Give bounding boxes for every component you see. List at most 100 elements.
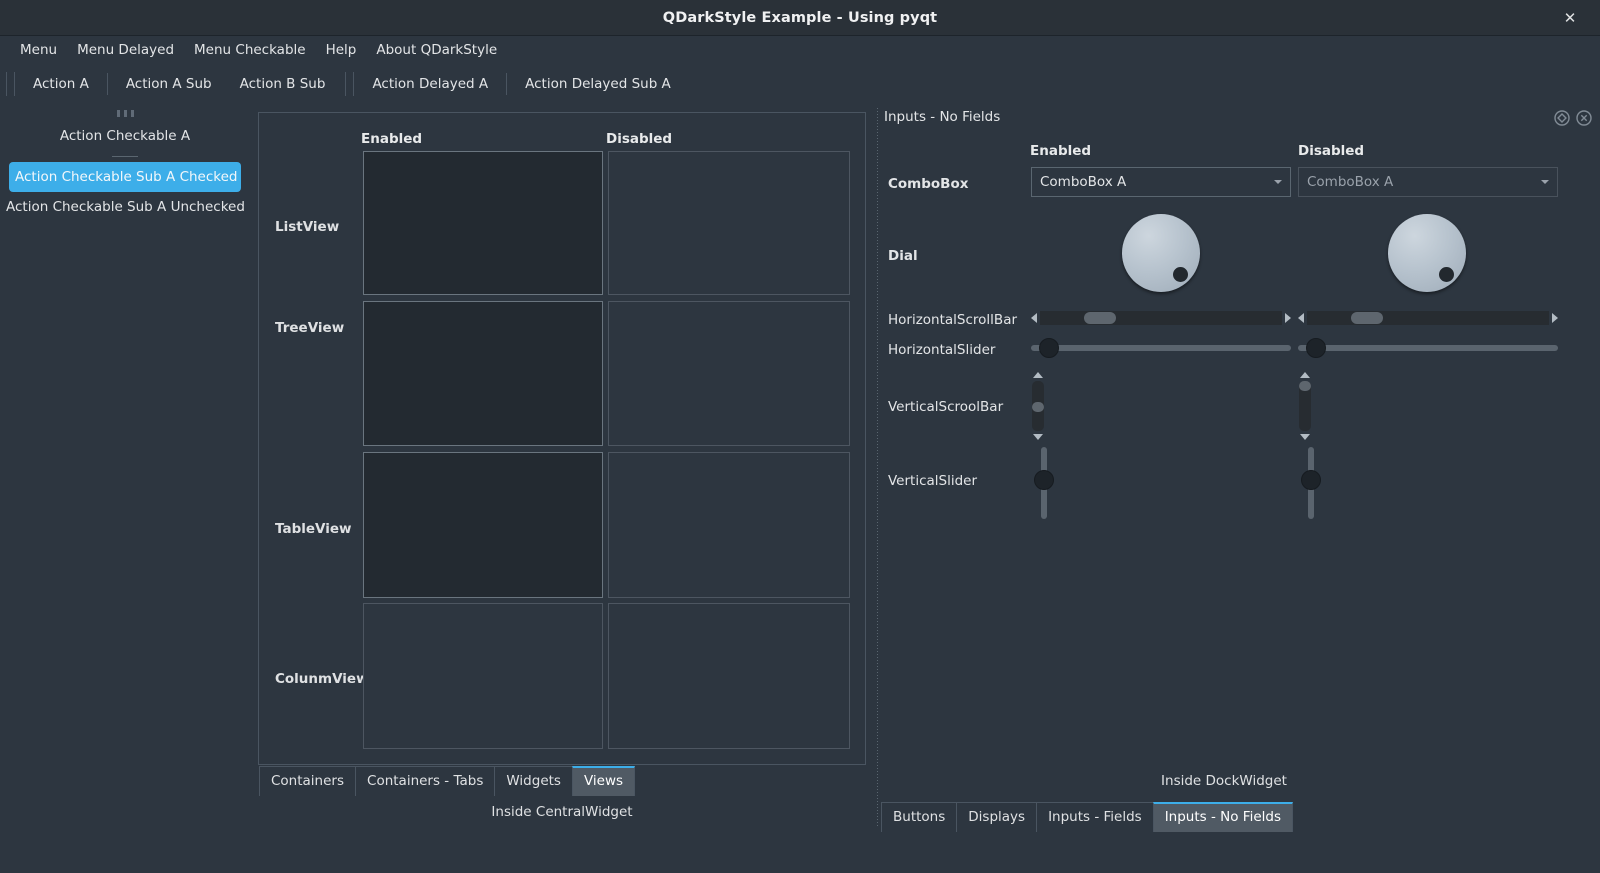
horizontalscrollbar-enabled[interactable] — [1031, 311, 1291, 325]
horizontalscrollbar-disabled-handle — [1351, 312, 1383, 324]
menu-item-help[interactable]: Help — [316, 38, 367, 62]
listview-disabled — [608, 151, 850, 295]
toolbar-button-action-b-sub[interactable]: Action B Sub — [226, 70, 340, 98]
toolbar-button-action-checkable-a[interactable]: Action Checkable A — [0, 121, 250, 151]
dock-row-label-dial: Dial — [888, 248, 918, 264]
treeview-disabled — [608, 301, 850, 446]
horizontalslider-disabled-handle — [1306, 338, 1326, 358]
views-column-header-enabled: Enabled — [361, 131, 423, 147]
dock-row-label-combobox: ComboBox — [888, 176, 969, 192]
tab-buttons[interactable]: Buttons — [881, 802, 958, 832]
views-row-label-treeview: TreeView — [275, 320, 345, 336]
chevron-down-icon — [1274, 180, 1282, 184]
dock-tabbar: Buttons Displays Inputs - Fields Inputs … — [881, 802, 1293, 832]
tab-widgets[interactable]: Widgets — [494, 766, 573, 796]
horizontalslider-disabled — [1298, 338, 1558, 358]
toolbar-button-action-checkable-sub-a-unchecked[interactable]: Action Checkable Sub A Unchecked — [0, 192, 250, 222]
toolbar-left-separator — [112, 156, 138, 157]
scroll-right-arrow-icon[interactable] — [1285, 313, 1291, 323]
horizontalscrollbar-disabled-groove — [1307, 311, 1549, 325]
toolbar-left: Action Checkable A Action Checkable Sub … — [0, 102, 250, 262]
horizontalscrollbar-enabled-handle[interactable] — [1084, 312, 1116, 324]
dock-drag-grip[interactable] — [874, 102, 881, 842]
tableview-enabled[interactable] — [363, 452, 603, 598]
toolbar-button-action-checkable-sub-a-checked[interactable]: Action Checkable Sub A Checked — [9, 162, 241, 192]
views-column-header-disabled: Disabled — [606, 131, 673, 147]
menubar: Menu Menu Delayed Menu Checkable Help Ab… — [0, 36, 1600, 64]
scroll-up-arrow-icon[interactable] — [1033, 372, 1043, 378]
tab-containers-tabs[interactable]: Containers - Tabs — [355, 766, 496, 796]
menu-item-about-qdarkstyle[interactable]: About QDarkStyle — [366, 38, 507, 62]
views-panel: Enabled Disabled ListView TreeView Table… — [258, 112, 866, 765]
scroll-up-arrow-icon-disabled — [1300, 372, 1310, 378]
dial-disabled-notch — [1439, 267, 1454, 282]
tab-views[interactable]: Views — [571, 766, 636, 796]
scroll-left-arrow-icon[interactable] — [1031, 313, 1037, 323]
horizontalscrollbar-enabled-groove[interactable] — [1040, 311, 1282, 325]
scroll-down-arrow-icon-disabled — [1300, 434, 1310, 440]
dial-disabled — [1388, 214, 1466, 292]
listview-enabled[interactable] — [363, 151, 603, 295]
horizontalslider-enabled-groove[interactable] — [1031, 338, 1291, 358]
application-window: QDarkStyle Example - Using pyqt ✕ Menu M… — [0, 0, 1600, 873]
dock-widget: Inputs - No Fields Enabled Disabled Comb… — [874, 102, 1596, 842]
tab-inputs-no-fields[interactable]: Inputs - No Fields — [1152, 802, 1293, 832]
dock-column-header-disabled: Disabled — [1298, 143, 1365, 159]
verticalscrollbar-disabled-groove — [1299, 381, 1311, 431]
dial-enabled-notch — [1173, 267, 1188, 282]
views-row-label-columnview: ColunmView — [275, 671, 369, 687]
combobox-enabled[interactable]: ComboBox A — [1031, 167, 1291, 197]
verticalscrollbar-enabled-groove[interactable] — [1032, 381, 1044, 431]
verticalscrollbar-enabled-handle[interactable] — [1032, 402, 1044, 412]
combobox-disabled: ComboBox A — [1298, 167, 1558, 197]
toolbar-drag-handle[interactable] — [6, 72, 15, 96]
toolbar-button-action-delayed-a[interactable]: Action Delayed A — [358, 70, 502, 98]
window-title: QDarkStyle Example - Using pyqt — [662, 9, 938, 26]
verticalslider-disabled — [1301, 447, 1321, 519]
verticalslider-enabled-groove[interactable] — [1034, 447, 1054, 519]
verticalscrollbar-enabled[interactable] — [1031, 372, 1045, 440]
central-tabbar: Containers Containers - Tabs Widgets Vie… — [259, 766, 636, 796]
toolbar-separator — [106, 73, 108, 95]
tab-containers[interactable]: Containers — [259, 766, 357, 796]
dock-row-label-verticalscrollbar: VerticalScroolBar — [888, 399, 1004, 415]
treeview-enabled[interactable] — [363, 301, 603, 446]
window-close-button[interactable]: ✕ — [1552, 0, 1588, 36]
central-widget-caption: Inside CentralWidget — [491, 804, 633, 820]
dock-row-label-horizontalscrollbar: HorizontalScrollBar — [888, 312, 1018, 328]
verticalslider-enabled-handle[interactable] — [1034, 470, 1054, 490]
toolbar-separator-2 — [506, 73, 508, 95]
dock-column-header-enabled: Enabled — [1030, 143, 1092, 159]
dock-row-label-verticalslider: VerticalSlider — [888, 473, 978, 489]
toolbar-drag-handle-2[interactable] — [345, 72, 355, 96]
menu-item-menu[interactable]: Menu — [10, 38, 67, 62]
columnview-enabled[interactable] — [363, 603, 603, 749]
columnview-disabled — [608, 603, 850, 749]
tab-inputs-fields[interactable]: Inputs - Fields — [1036, 802, 1154, 832]
toolbar-button-action-a-sub[interactable]: Action A Sub — [112, 70, 226, 98]
verticalslider-disabled-handle — [1301, 470, 1321, 490]
horizontalslider-enabled-handle[interactable] — [1039, 338, 1059, 358]
float-icon[interactable] — [1554, 110, 1570, 126]
dial-enabled[interactable] — [1122, 214, 1200, 292]
tableview-disabled — [608, 452, 850, 598]
dock-row-label-horizontalslider: HorizontalSlider — [888, 342, 996, 358]
horizontalslider-disabled-groove — [1298, 338, 1558, 358]
scroll-down-arrow-icon[interactable] — [1033, 434, 1043, 440]
chevron-down-icon-disabled — [1541, 180, 1549, 184]
horizontalslider-enabled[interactable] — [1031, 338, 1291, 358]
verticalscrollbar-disabled — [1298, 372, 1312, 440]
window-titlebar: QDarkStyle Example - Using pyqt ✕ — [0, 0, 1600, 36]
verticalslider-enabled[interactable] — [1034, 447, 1054, 519]
central-widget: Enabled Disabled ListView TreeView Table… — [258, 112, 866, 822]
verticalscrollbar-disabled-handle — [1299, 381, 1311, 391]
menu-item-menu-checkable[interactable]: Menu Checkable — [184, 38, 316, 62]
toolbar-button-action-delayed-sub-a[interactable]: Action Delayed Sub A — [511, 70, 685, 98]
toolbar-button-action-a[interactable]: Action A — [19, 70, 103, 98]
close-icon[interactable] — [1576, 110, 1592, 126]
combobox-enabled-value: ComboBox A — [1040, 174, 1127, 190]
menu-item-menu-delayed[interactable]: Menu Delayed — [67, 38, 184, 62]
tab-displays[interactable]: Displays — [956, 802, 1038, 832]
scroll-left-arrow-icon-disabled — [1298, 313, 1304, 323]
toolbar-left-drag-handle[interactable] — [0, 104, 250, 121]
